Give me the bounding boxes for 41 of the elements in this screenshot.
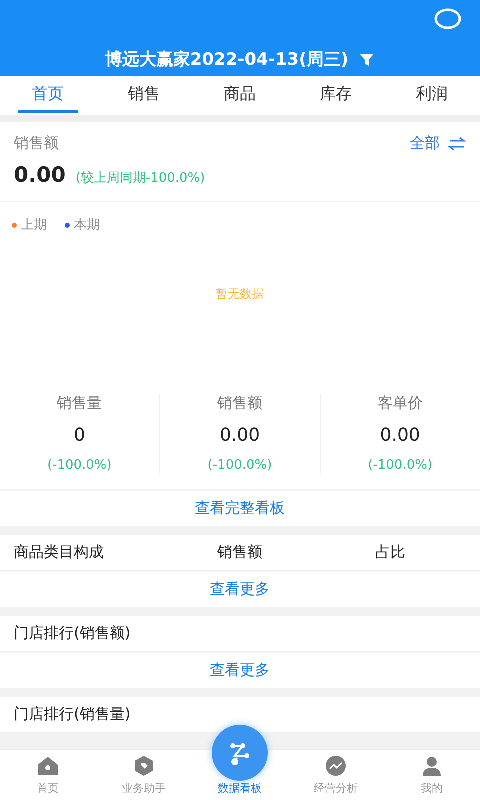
more-link[interactable]: 查看更多 [210,661,270,680]
metric-label: 客单价 [378,394,423,413]
full-board-link[interactable]: 查看完整看板 [195,499,285,518]
section-title: 门店排行(销售量) [14,705,132,724]
user-icon [420,754,444,778]
swap-icon[interactable] [448,136,466,150]
sales-value: 0.00 [14,163,66,187]
tag-icon [132,754,156,778]
metric-value: 0.00 [220,425,260,446]
nav-item[interactable]: 业务助手 [96,750,192,800]
metric-change: (-100.0%) [368,458,433,473]
tab[interactable]: 商品 [192,76,288,115]
legend-label: 上期 [21,217,47,234]
nav-item[interactable]: 首页 [0,750,96,800]
chart-icon [324,754,348,778]
header-title: 博远大赢家2022-04-13(周三) [105,49,349,71]
tab[interactable]: 销售 [96,76,192,115]
column-header: 商品类目构成 [14,543,105,562]
section-title: 门店排行(销售额) [14,624,132,643]
nav-item[interactable]: 经营分析 [288,750,384,800]
tab[interactable]: 利润 [384,76,480,115]
home-icon [36,754,60,778]
metric-label: 销售量 [57,394,102,413]
tab[interactable]: 库存 [288,76,384,115]
legend-label: 本期 [74,217,100,234]
metric-value: 0.00 [380,425,420,446]
column-header: 销售额 [216,543,264,562]
scope-link[interactable]: 全部 [410,134,440,153]
metric-change: (-100.0%) [47,458,112,473]
nav-item[interactable]: 数据看板 [192,720,288,800]
more-link[interactable]: 查看更多 [210,580,270,599]
circle-icon[interactable] [434,8,462,30]
compare-text: (较上周同期-100.0%) [76,170,206,187]
empty-text: 暂无数据 [215,286,265,303]
filter-icon[interactable] [358,52,375,68]
metric-value: 0 [74,425,86,446]
column-header: 占比 [374,543,407,562]
nav-item[interactable]: 我的 [384,750,480,800]
metric-change: (-100.0%) [208,458,272,473]
sales-label: 销售额 [14,134,60,153]
metric-label: 销售额 [217,394,262,413]
